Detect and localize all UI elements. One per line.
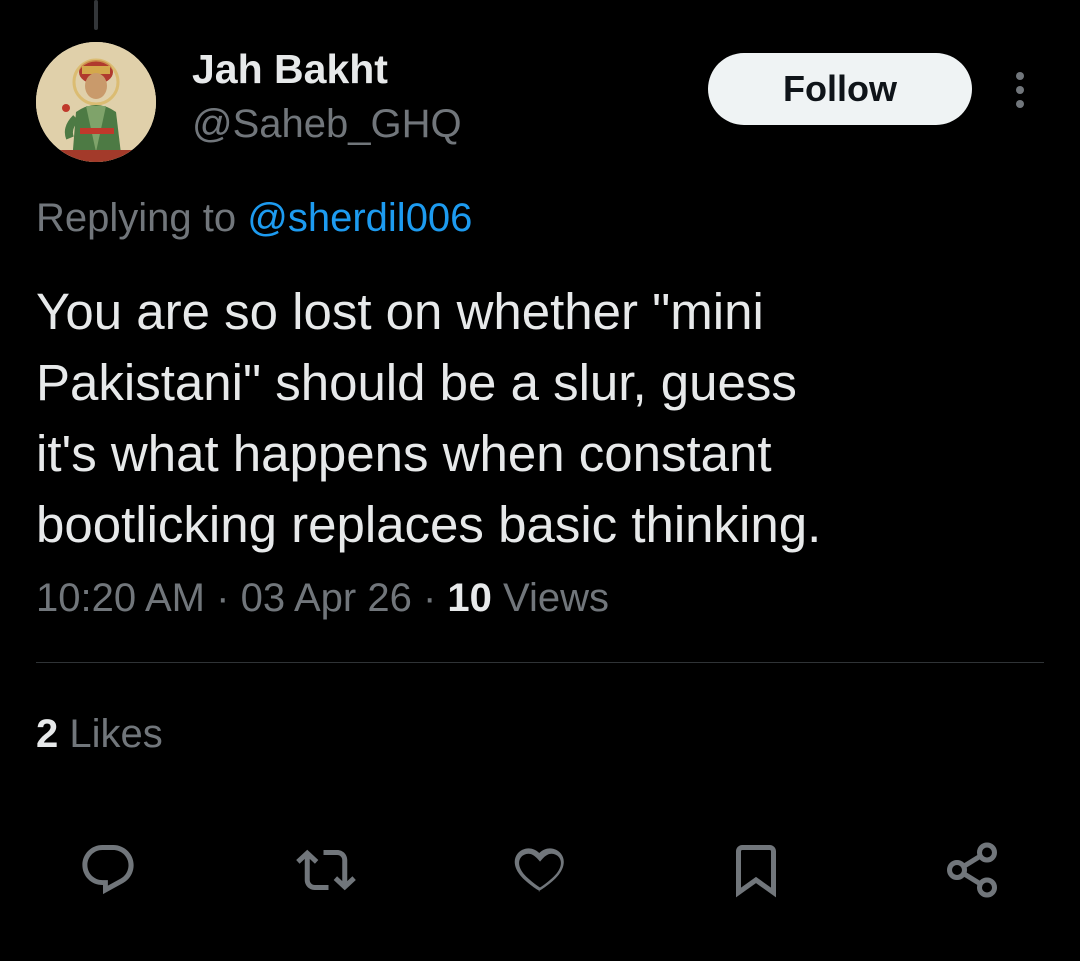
likes-count: 2 xyxy=(36,712,59,756)
thread-connector-line xyxy=(94,0,98,30)
reply-context-prefix: Replying to xyxy=(36,196,237,240)
more-options-button[interactable] xyxy=(1000,66,1040,114)
bookmark-icon xyxy=(736,845,776,898)
views-count: 10 xyxy=(447,576,492,620)
tweet-date[interactable]: 03 Apr 26 xyxy=(241,576,412,620)
tweet-text-line: You are so lost on whether "mini xyxy=(36,283,764,340)
retweet-button[interactable] xyxy=(294,838,358,902)
reply-context: Replying to @sherdil006 xyxy=(36,196,472,241)
tweet-text-line: it's what happens when constant xyxy=(36,425,772,482)
author-display-name[interactable]: Jah Bakht xyxy=(192,46,388,93)
reply-icon xyxy=(82,845,134,895)
like-icon xyxy=(514,848,564,892)
more-vertical-icon xyxy=(1016,72,1024,108)
retweet-icon xyxy=(296,849,356,891)
tweet-text: You are so lost on whether "mini Pakista… xyxy=(36,276,1036,560)
divider xyxy=(36,662,1044,663)
follow-button[interactable]: Follow xyxy=(708,53,972,125)
tweet-meta: 10:20 AM · 03 Apr 26 · 10 Views xyxy=(36,576,609,621)
likes-summary[interactable]: 2 Likes xyxy=(36,712,163,757)
avatar-portrait-image xyxy=(36,42,156,162)
like-button[interactable] xyxy=(508,838,572,902)
share-icon xyxy=(947,842,997,898)
reply-mention-link[interactable]: @sherdil006 xyxy=(247,196,472,240)
meta-separator: · xyxy=(216,576,230,620)
author-handle[interactable]: @Saheb_GHQ xyxy=(192,102,462,147)
tweet-text-line: Pakistani" should be a slur, guess xyxy=(36,354,797,411)
views-label: Views xyxy=(503,576,610,620)
tweet-text-line: bootlicking replaces basic thinking. xyxy=(36,496,822,553)
share-button[interactable] xyxy=(940,838,1004,902)
meta-separator: · xyxy=(422,576,437,620)
likes-label: Likes xyxy=(69,712,163,756)
avatar[interactable] xyxy=(36,42,156,162)
reply-button[interactable] xyxy=(76,838,140,902)
tweet-time[interactable]: 10:20 AM xyxy=(36,576,205,620)
bookmark-button[interactable] xyxy=(724,838,788,902)
